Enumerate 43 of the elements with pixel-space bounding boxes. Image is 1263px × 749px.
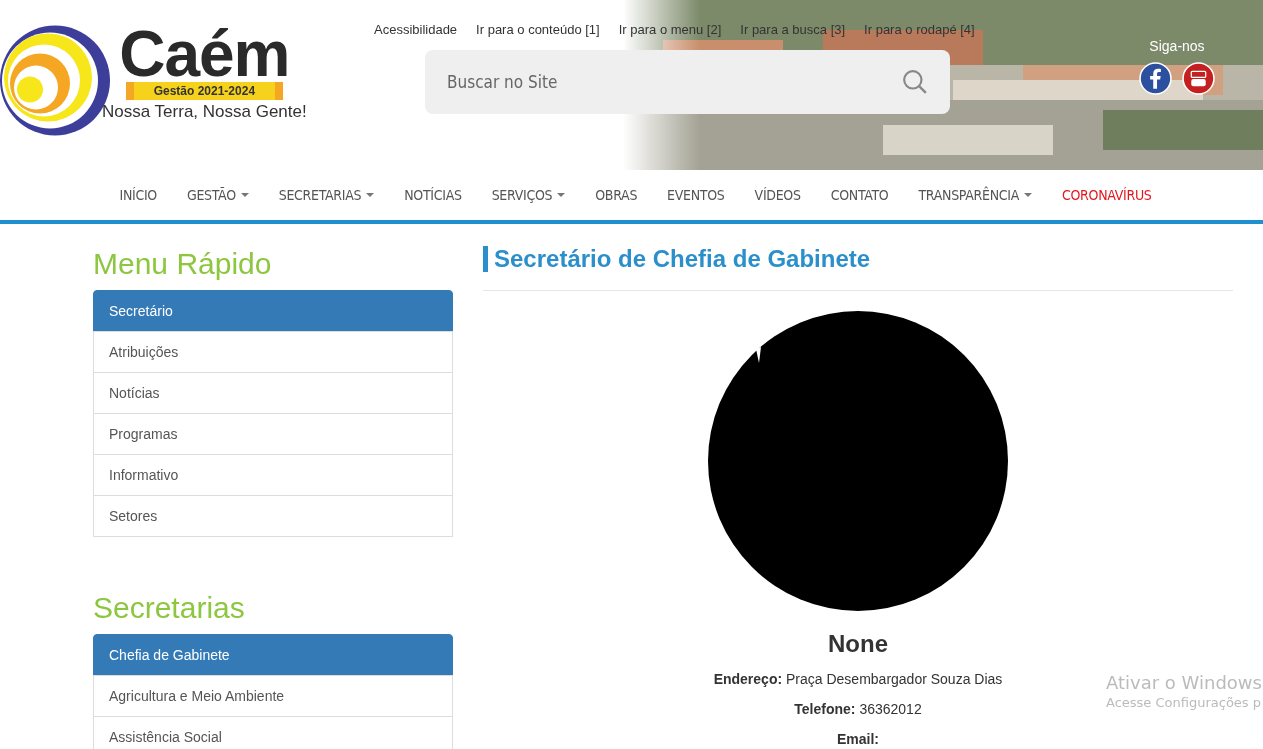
nav-link[interactable]: VÍDEOS bbox=[754, 187, 801, 203]
menu-item[interactable]: Assistência Social bbox=[93, 716, 453, 749]
caret-icon bbox=[366, 193, 375, 197]
nav-link[interactable]: CORONAVÍRUS bbox=[1062, 187, 1152, 203]
menu-item[interactable]: Atribuições bbox=[93, 331, 453, 373]
nav-link[interactable]: CONTATO bbox=[830, 187, 889, 203]
nav-link[interactable]: EVENTOS bbox=[667, 187, 725, 203]
page-title: Secretário de Chefia de Gabinete bbox=[483, 246, 1233, 272]
menu-item[interactable]: Notícias bbox=[93, 372, 453, 414]
detail-text: Telefone: 36362012 bbox=[794, 700, 922, 719]
menu-item[interactable]: Informativo bbox=[93, 454, 453, 496]
menu-item[interactable]: Chefia de Gabinete bbox=[93, 634, 453, 676]
nav-link[interactable]: SECRETARIAS bbox=[278, 187, 362, 203]
search-icon bbox=[902, 69, 928, 95]
term-ribbon: Gestão 2021-2024 bbox=[125, 82, 284, 100]
section-heading: Menu Rápido bbox=[93, 246, 273, 282]
search-field[interactable]: Buscar no Site bbox=[425, 50, 950, 114]
accessibility-link[interactable]: Ir para o conteúdo [1] bbox=[476, 22, 600, 37]
menu-item[interactable]: Setores bbox=[93, 495, 453, 537]
menu-item[interactable]: Programas bbox=[93, 413, 453, 455]
activation-text: Acesse Configurações p bbox=[1106, 695, 1262, 710]
section-heading: Secretarias bbox=[93, 590, 246, 626]
accessibility-link[interactable]: Acessibilidade bbox=[374, 22, 458, 37]
menu-item[interactable]: Agricultura e Meio Ambiente bbox=[93, 675, 453, 717]
nav-link[interactable]: SERVIÇOS bbox=[491, 187, 553, 203]
caret-icon bbox=[240, 193, 249, 197]
detail-text: Email: bbox=[837, 730, 879, 749]
nav-link[interactable]: GESTÃO bbox=[186, 187, 236, 203]
nav-link[interactable]: TRANSPARÊNCIA bbox=[918, 187, 1019, 203]
accessibility-link[interactable]: Ir para o rodapé [4] bbox=[864, 22, 975, 37]
accessibility-link[interactable]: Ir para o menu [2] bbox=[618, 22, 722, 37]
nav-link[interactable]: OBRAS bbox=[595, 187, 638, 203]
detail-text: Endereço: Praça Desembargador Souza Dias bbox=[713, 670, 1003, 689]
accessibility-link[interactable]: Ir para a busca [3] bbox=[740, 22, 846, 37]
logo-slogan: Nossa Terra, Nossa Gente! bbox=[102, 102, 307, 122]
caret-icon bbox=[1024, 193, 1032, 197]
menu-item[interactable]: Secretário bbox=[93, 290, 453, 332]
nav-link[interactable]: NOTÍCIAS bbox=[404, 187, 462, 203]
person-name: None bbox=[828, 629, 888, 659]
social-label: Siga-nos bbox=[1149, 38, 1205, 54]
caret-icon bbox=[557, 193, 566, 197]
activation-title: Ativar o Windows bbox=[1106, 672, 1262, 693]
nav-link[interactable]: INÍCIO bbox=[119, 187, 157, 203]
